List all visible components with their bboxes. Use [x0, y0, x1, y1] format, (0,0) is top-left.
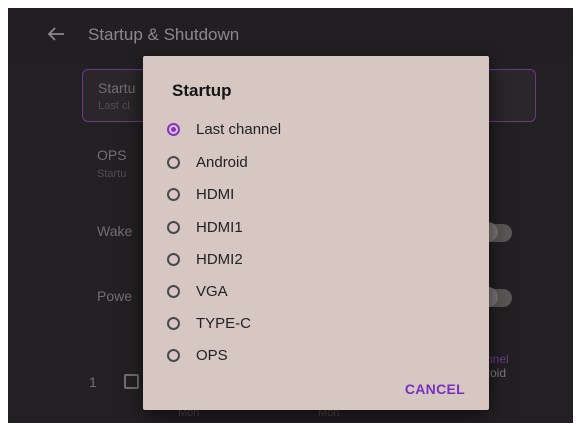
option-hdmi2[interactable]: HDMI2	[163, 247, 463, 271]
app-bar: Startup & Shutdown	[8, 8, 573, 62]
radio-icon	[167, 155, 180, 169]
option-label: Last channel	[196, 120, 282, 138]
option-last-channel[interactable]: Last channel	[163, 117, 463, 141]
option-label: TYPE-C	[196, 314, 252, 332]
radio-icon	[167, 252, 180, 266]
startup-row-title: Startu	[98, 80, 136, 96]
cancel-button[interactable]: CANCEL	[405, 381, 465, 397]
schedule-checkbox[interactable]	[124, 374, 139, 389]
option-vga[interactable]: VGA	[163, 279, 463, 303]
schedule-link[interactable]: nnel	[486, 352, 509, 366]
radio-icon	[167, 348, 180, 362]
option-hdmi1[interactable]: HDMI1	[163, 215, 463, 239]
option-android[interactable]: Android	[163, 150, 463, 174]
option-label: Android	[196, 153, 248, 171]
dialog-title: Startup	[172, 81, 232, 100]
option-hdmi[interactable]: HDMI	[163, 182, 463, 206]
option-label: OPS	[196, 346, 228, 364]
back-arrow-icon[interactable]	[46, 24, 66, 44]
radio-icon	[167, 316, 180, 330]
page-title: Startup & Shutdown	[88, 25, 240, 44]
radio-icon	[167, 284, 180, 298]
ops-row-title[interactable]: OPS	[97, 147, 127, 163]
radio-selected-icon	[167, 122, 180, 136]
option-label: HDMI2	[196, 250, 243, 268]
wake-label: Wake	[97, 223, 133, 239]
power-label: Powe	[97, 288, 133, 304]
schedule-index: 1	[89, 374, 97, 390]
option-label: HDMI	[196, 185, 235, 203]
app-screen: Startup & Shutdown Startu Last cl OPS St…	[8, 8, 573, 423]
ops-row-subtitle: Startu	[97, 168, 127, 180]
option-label: HDMI1	[196, 218, 243, 236]
option-type-c[interactable]: TYPE-C	[163, 311, 463, 335]
schedule-value: roid	[486, 366, 507, 380]
startup-row-subtitle: Last cl	[98, 100, 130, 112]
option-label: VGA	[196, 282, 228, 300]
radio-icon	[167, 187, 180, 201]
startup-dialog: Startup Last channel Android HDMI HDMI1 …	[143, 56, 489, 410]
radio-icon	[167, 220, 180, 234]
option-ops[interactable]: OPS	[163, 343, 463, 367]
